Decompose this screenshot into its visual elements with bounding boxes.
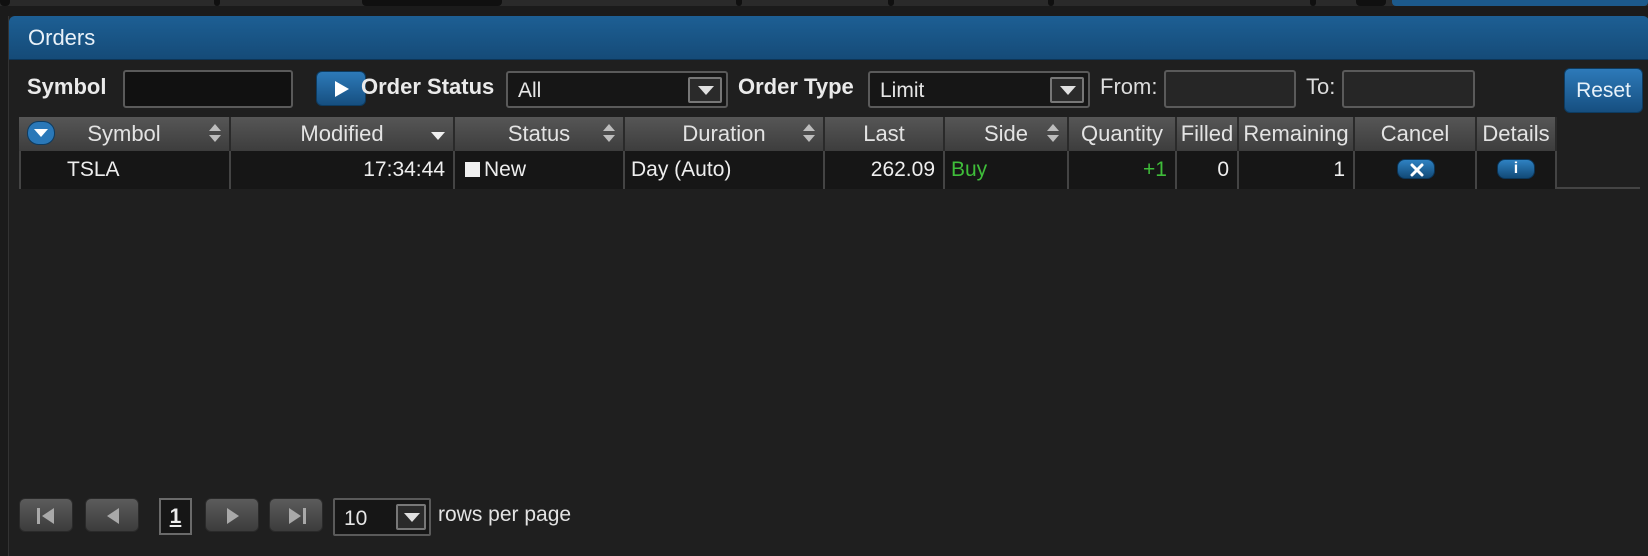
column-header-last[interactable]: Last <box>825 117 945 151</box>
top-tab-strip <box>0 0 1648 6</box>
next-page-button[interactable] <box>205 498 259 532</box>
column-header-status[interactable]: Status <box>455 117 625 151</box>
symbol-filter-label: Symbol <box>27 74 107 99</box>
order-type-select[interactable]: Limit <box>868 71 1090 108</box>
filter-bar: Symbol Order Status All Order Type Limit… <box>9 68 1648 118</box>
column-label: Cancel <box>1380 121 1450 146</box>
column-header-symbol[interactable]: Symbol <box>19 117 231 151</box>
symbol-filter-input[interactable] <box>123 70 293 108</box>
cancel-order-button[interactable] <box>1397 159 1435 179</box>
column-header-remaining[interactable]: Remaining <box>1239 117 1355 151</box>
cell-remaining: 1 <box>1239 151 1355 189</box>
first-page-button[interactable] <box>19 498 73 532</box>
column-header-duration[interactable]: Duration <box>625 117 825 151</box>
column-label: Last <box>863 121 905 146</box>
chevron-down-icon[interactable] <box>688 77 722 103</box>
chevron-right-icon <box>227 508 239 524</box>
order-details-button[interactable]: i <box>1497 159 1535 179</box>
cell-quantity: +1 <box>1069 151 1177 189</box>
close-icon <box>1410 163 1424 177</box>
column-header-details: Details <box>1477 117 1557 151</box>
reset-button[interactable]: Reset <box>1564 68 1643 113</box>
order-status-value: All <box>518 79 542 102</box>
column-label: Side <box>983 121 1029 146</box>
sort-icon <box>603 124 615 142</box>
pagination-bar: 1 10 rows per page <box>19 498 819 538</box>
order-status-select[interactable]: All <box>506 71 728 108</box>
from-date-label: From: <box>1100 74 1158 99</box>
panel-titlebar: Orders <box>9 16 1648 60</box>
rows-per-page-select[interactable]: 10 <box>333 498 431 536</box>
previous-page-button[interactable] <box>85 498 139 532</box>
cell-modified: 17:34:44 <box>231 151 455 189</box>
orders-panel: Orders Symbol Order Status All Order Typ… <box>8 16 1648 556</box>
column-label: Remaining <box>1243 121 1349 146</box>
chevron-down-icon[interactable] <box>396 504 426 530</box>
sort-descending-icon <box>431 132 445 140</box>
from-date-input[interactable] <box>1164 70 1296 108</box>
info-icon: i <box>1513 160 1519 177</box>
sort-icon <box>209 124 221 142</box>
play-icon <box>335 81 349 97</box>
column-header-cancel: Cancel <box>1355 117 1477 151</box>
rows-per-page-label: rows per page <box>438 503 572 526</box>
last-page-icon <box>289 508 306 524</box>
rows-per-page-value: 10 <box>344 507 368 530</box>
cell-status: New <box>455 151 625 189</box>
column-label: Details <box>1482 121 1550 146</box>
column-header-filled[interactable]: Filled <box>1177 117 1239 151</box>
column-label: Filled <box>1180 121 1234 146</box>
status-square-icon <box>465 162 480 177</box>
cell-side: Buy <box>945 151 1069 189</box>
first-page-icon <box>37 508 54 524</box>
column-label: Symbol <box>87 121 161 146</box>
column-header-side[interactable]: Side <box>945 117 1069 151</box>
symbol-go-button[interactable] <box>316 71 366 106</box>
sort-icon <box>803 124 815 142</box>
column-label: Status <box>507 121 571 146</box>
to-date-input[interactable] <box>1342 70 1475 108</box>
filter-dropdown-icon[interactable] <box>27 121 55 145</box>
order-status-label: Order Status <box>361 74 495 99</box>
column-header-modified[interactable]: Modified <box>231 117 455 151</box>
last-page-button[interactable] <box>269 498 323 532</box>
table-header-row: Symbol Modified Status Duration Last Sid… <box>19 117 1640 151</box>
panel-title: Orders <box>28 25 96 50</box>
column-label: Quantity <box>1081 121 1163 146</box>
sort-icon <box>1047 124 1059 142</box>
status-text: New <box>484 158 527 181</box>
column-label: Duration <box>682 121 766 146</box>
order-type-value: Limit <box>880 79 925 102</box>
cell-filled: 0 <box>1177 151 1239 189</box>
order-type-label: Order Type <box>738 74 854 99</box>
cell-duration: Day (Auto) <box>625 151 825 189</box>
cell-last: 262.09 <box>825 151 945 189</box>
chevron-down-icon[interactable] <box>1050 77 1084 103</box>
column-label: Modified <box>300 121 384 146</box>
column-header-quantity[interactable]: Quantity <box>1069 117 1177 151</box>
current-page-number[interactable]: 1 <box>159 498 192 535</box>
chevron-left-icon <box>107 508 119 524</box>
cell-details: i <box>1477 151 1557 189</box>
cell-symbol: TSLA <box>19 151 231 189</box>
to-date-label: To: <box>1306 74 1336 99</box>
cell-cancel <box>1355 151 1477 189</box>
table-row[interactable]: TSLA 17:34:44 New Day (Auto) 262.09 Buy … <box>19 151 1640 189</box>
